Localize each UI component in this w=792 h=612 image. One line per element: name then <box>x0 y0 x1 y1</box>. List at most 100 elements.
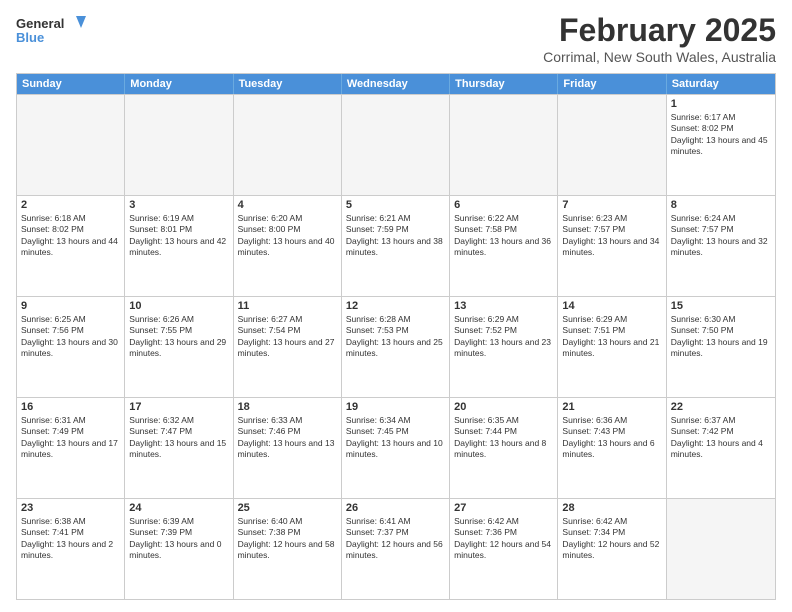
cell-day-number: 6 <box>454 199 553 211</box>
cell-day-number: 13 <box>454 300 553 312</box>
calendar-cell: 6Sunrise: 6:22 AM Sunset: 7:58 PM Daylig… <box>450 196 558 296</box>
calendar-cell: 20 Sunrise: 6:35 AM Sunset: 7:44 PM Dayli… <box>450 398 558 498</box>
cell-day-number: 25 <box>238 502 337 514</box>
cell-info: Sunrise: 6:18 AM Sunset: 8:02 PM Dayligh… <box>21 213 120 259</box>
cell-info: Sunrise: 6:36 AM Sunset: 7:43 PM Dayligh… <box>562 415 661 461</box>
cell-day-number: 24 <box>129 502 228 514</box>
calendar-cell: 16 Sunrise: 6:31 AM Sunset: 7:49 PM Dayli… <box>17 398 125 498</box>
calendar-cell: 17 Sunrise: 6:32 AM Sunset: 7:47 PM Dayli… <box>125 398 233 498</box>
cell-info: Sunrise: 6:42 AM Sunset: 7:34 PM Dayligh… <box>562 516 661 562</box>
calendar: SundayMondayTuesdayWednesdayThursdayFrid… <box>16 73 776 600</box>
cell-day-number: 14 <box>562 300 661 312</box>
cell-day-number: 5 <box>346 199 445 211</box>
calendar-cell: 8 Sunrise: 6:24 AM Sunset: 7:57 PM Daylig… <box>667 196 775 296</box>
calendar-cell: 5 Sunrise: 6:21 AM Sunset: 7:59 PM Daylig… <box>342 196 450 296</box>
cell-day-number: 28 <box>562 502 661 514</box>
calendar-cell: 18 Sunrise: 6:33 AM Sunset: 7:46 PM Dayli… <box>234 398 342 498</box>
cell-day-number: 7 <box>562 199 661 211</box>
logo: General Blue <box>16 12 86 48</box>
title-block: February 2025 Corrimal, New South Wales,… <box>543 12 776 65</box>
calendar-cell: 2 Sunrise: 6:18 AM Sunset: 8:02 PM Daylig… <box>17 196 125 296</box>
calendar-row-4: 23 Sunrise: 6:38 AM Sunset: 7:41 PM Dayli… <box>17 498 775 599</box>
calendar-cell: 26Sunrise: 6:41 AM Sunset: 7:37 PM Dayli… <box>342 499 450 599</box>
svg-text:General: General <box>16 16 64 31</box>
calendar-row-3: 16 Sunrise: 6:31 AM Sunset: 7:49 PM Dayli… <box>17 397 775 498</box>
cell-info: Sunrise: 6:26 AM Sunset: 7:55 PM Dayligh… <box>129 314 228 360</box>
calendar-cell <box>558 95 666 195</box>
calendar-cell: 14Sunrise: 6:29 AM Sunset: 7:51 PM Dayli… <box>558 297 666 397</box>
cell-info: Sunrise: 6:38 AM Sunset: 7:41 PM Dayligh… <box>21 516 120 562</box>
calendar-cell <box>342 95 450 195</box>
cell-info: Sunrise: 6:24 AM Sunset: 7:57 PM Dayligh… <box>671 213 771 259</box>
logo-svg: General Blue <box>16 12 86 48</box>
cell-day-number: 3 <box>129 199 228 211</box>
cell-day-number: 16 <box>21 401 120 413</box>
cell-day-number: 2 <box>21 199 120 211</box>
page: General Blue February 2025 Corrimal, New… <box>0 0 792 612</box>
calendar-cell: 19 Sunrise: 6:34 AM Sunset: 7:45 PM Dayli… <box>342 398 450 498</box>
cell-day-number: 10 <box>129 300 228 312</box>
calendar-cell: 23 Sunrise: 6:38 AM Sunset: 7:41 PM Dayli… <box>17 499 125 599</box>
calendar-cell: 10 Sunrise: 6:26 AM Sunset: 7:55 PM Dayli… <box>125 297 233 397</box>
calendar-body: 1 Sunrise: 6:17 AM Sunset: 8:02 PM Daylig… <box>17 94 775 599</box>
calendar-cell: 27 Sunrise: 6:42 AM Sunset: 7:36 PM Dayli… <box>450 499 558 599</box>
cell-info: Sunrise: 6:21 AM Sunset: 7:59 PM Dayligh… <box>346 213 445 259</box>
cell-info: Sunrise: 6:28 AM Sunset: 7:53 PM Dayligh… <box>346 314 445 360</box>
cell-info: Sunrise: 6:34 AM Sunset: 7:45 PM Dayligh… <box>346 415 445 461</box>
cell-day-number: 18 <box>238 401 337 413</box>
day-header-tuesday: Tuesday <box>234 74 342 94</box>
calendar-cell: 11Sunrise: 6:27 AM Sunset: 7:54 PM Dayli… <box>234 297 342 397</box>
cell-day-number: 22 <box>671 401 771 413</box>
cell-info: Sunrise: 6:31 AM Sunset: 7:49 PM Dayligh… <box>21 415 120 461</box>
cell-day-number: 19 <box>346 401 445 413</box>
cell-day-number: 11 <box>238 300 337 312</box>
calendar-cell: 15 Sunrise: 6:30 AM Sunset: 7:50 PM Dayli… <box>667 297 775 397</box>
calendar-cell: 1 Sunrise: 6:17 AM Sunset: 8:02 PM Daylig… <box>667 95 775 195</box>
cell-info: Sunrise: 6:35 AM Sunset: 7:44 PM Dayligh… <box>454 415 553 461</box>
cell-day-number: 17 <box>129 401 228 413</box>
cell-info: Sunrise: 6:19 AM Sunset: 8:01 PM Dayligh… <box>129 213 228 259</box>
header: General Blue February 2025 Corrimal, New… <box>16 12 776 65</box>
cell-day-number: 20 <box>454 401 553 413</box>
calendar-cell: 9Sunrise: 6:25 AM Sunset: 7:56 PM Daylig… <box>17 297 125 397</box>
calendar-cell: 13Sunrise: 6:29 AM Sunset: 7:52 PM Dayli… <box>450 297 558 397</box>
cell-info: Sunrise: 6:23 AM Sunset: 7:57 PM Dayligh… <box>562 213 661 259</box>
cell-info: Sunrise: 6:30 AM Sunset: 7:50 PM Dayligh… <box>671 314 771 360</box>
cell-info: Sunrise: 6:39 AM Sunset: 7:39 PM Dayligh… <box>129 516 228 562</box>
cell-day-number: 23 <box>21 502 120 514</box>
cell-info: Sunrise: 6:33 AM Sunset: 7:46 PM Dayligh… <box>238 415 337 461</box>
month-title: February 2025 <box>543 12 776 49</box>
day-header-saturday: Saturday <box>667 74 775 94</box>
cell-info: Sunrise: 6:17 AM Sunset: 8:02 PM Dayligh… <box>671 112 771 158</box>
calendar-cell <box>667 499 775 599</box>
cell-day-number: 26 <box>346 502 445 514</box>
calendar-cell: 3 Sunrise: 6:19 AM Sunset: 8:01 PM Daylig… <box>125 196 233 296</box>
day-header-friday: Friday <box>558 74 666 94</box>
calendar-cell <box>17 95 125 195</box>
cell-day-number: 27 <box>454 502 553 514</box>
calendar-cell: 12 Sunrise: 6:28 AM Sunset: 7:53 PM Dayli… <box>342 297 450 397</box>
calendar-row-2: 9Sunrise: 6:25 AM Sunset: 7:56 PM Daylig… <box>17 296 775 397</box>
calendar-cell <box>234 95 342 195</box>
calendar-cell: 4 Sunrise: 6:20 AM Sunset: 8:00 PM Daylig… <box>234 196 342 296</box>
cell-info: Sunrise: 6:42 AM Sunset: 7:36 PM Dayligh… <box>454 516 553 562</box>
calendar-cell: 21Sunrise: 6:36 AM Sunset: 7:43 PM Dayli… <box>558 398 666 498</box>
cell-day-number: 4 <box>238 199 337 211</box>
cell-info: Sunrise: 6:25 AM Sunset: 7:56 PM Dayligh… <box>21 314 120 360</box>
location-title: Corrimal, New South Wales, Australia <box>543 49 776 65</box>
calendar-cell: 7 Sunrise: 6:23 AM Sunset: 7:57 PM Daylig… <box>558 196 666 296</box>
cell-day-number: 8 <box>671 199 771 211</box>
cell-day-number: 15 <box>671 300 771 312</box>
day-header-sunday: Sunday <box>17 74 125 94</box>
cell-day-number: 12 <box>346 300 445 312</box>
cell-day-number: 1 <box>671 98 771 110</box>
day-header-monday: Monday <box>125 74 233 94</box>
cell-info: Sunrise: 6:20 AM Sunset: 8:00 PM Dayligh… <box>238 213 337 259</box>
cell-info: Sunrise: 6:32 AM Sunset: 7:47 PM Dayligh… <box>129 415 228 461</box>
day-header-wednesday: Wednesday <box>342 74 450 94</box>
svg-text:Blue: Blue <box>16 30 44 45</box>
day-header-thursday: Thursday <box>450 74 558 94</box>
calendar-cell <box>450 95 558 195</box>
calendar-row-1: 2 Sunrise: 6:18 AM Sunset: 8:02 PM Daylig… <box>17 195 775 296</box>
calendar-cell: 24 Sunrise: 6:39 AM Sunset: 7:39 PM Dayli… <box>125 499 233 599</box>
